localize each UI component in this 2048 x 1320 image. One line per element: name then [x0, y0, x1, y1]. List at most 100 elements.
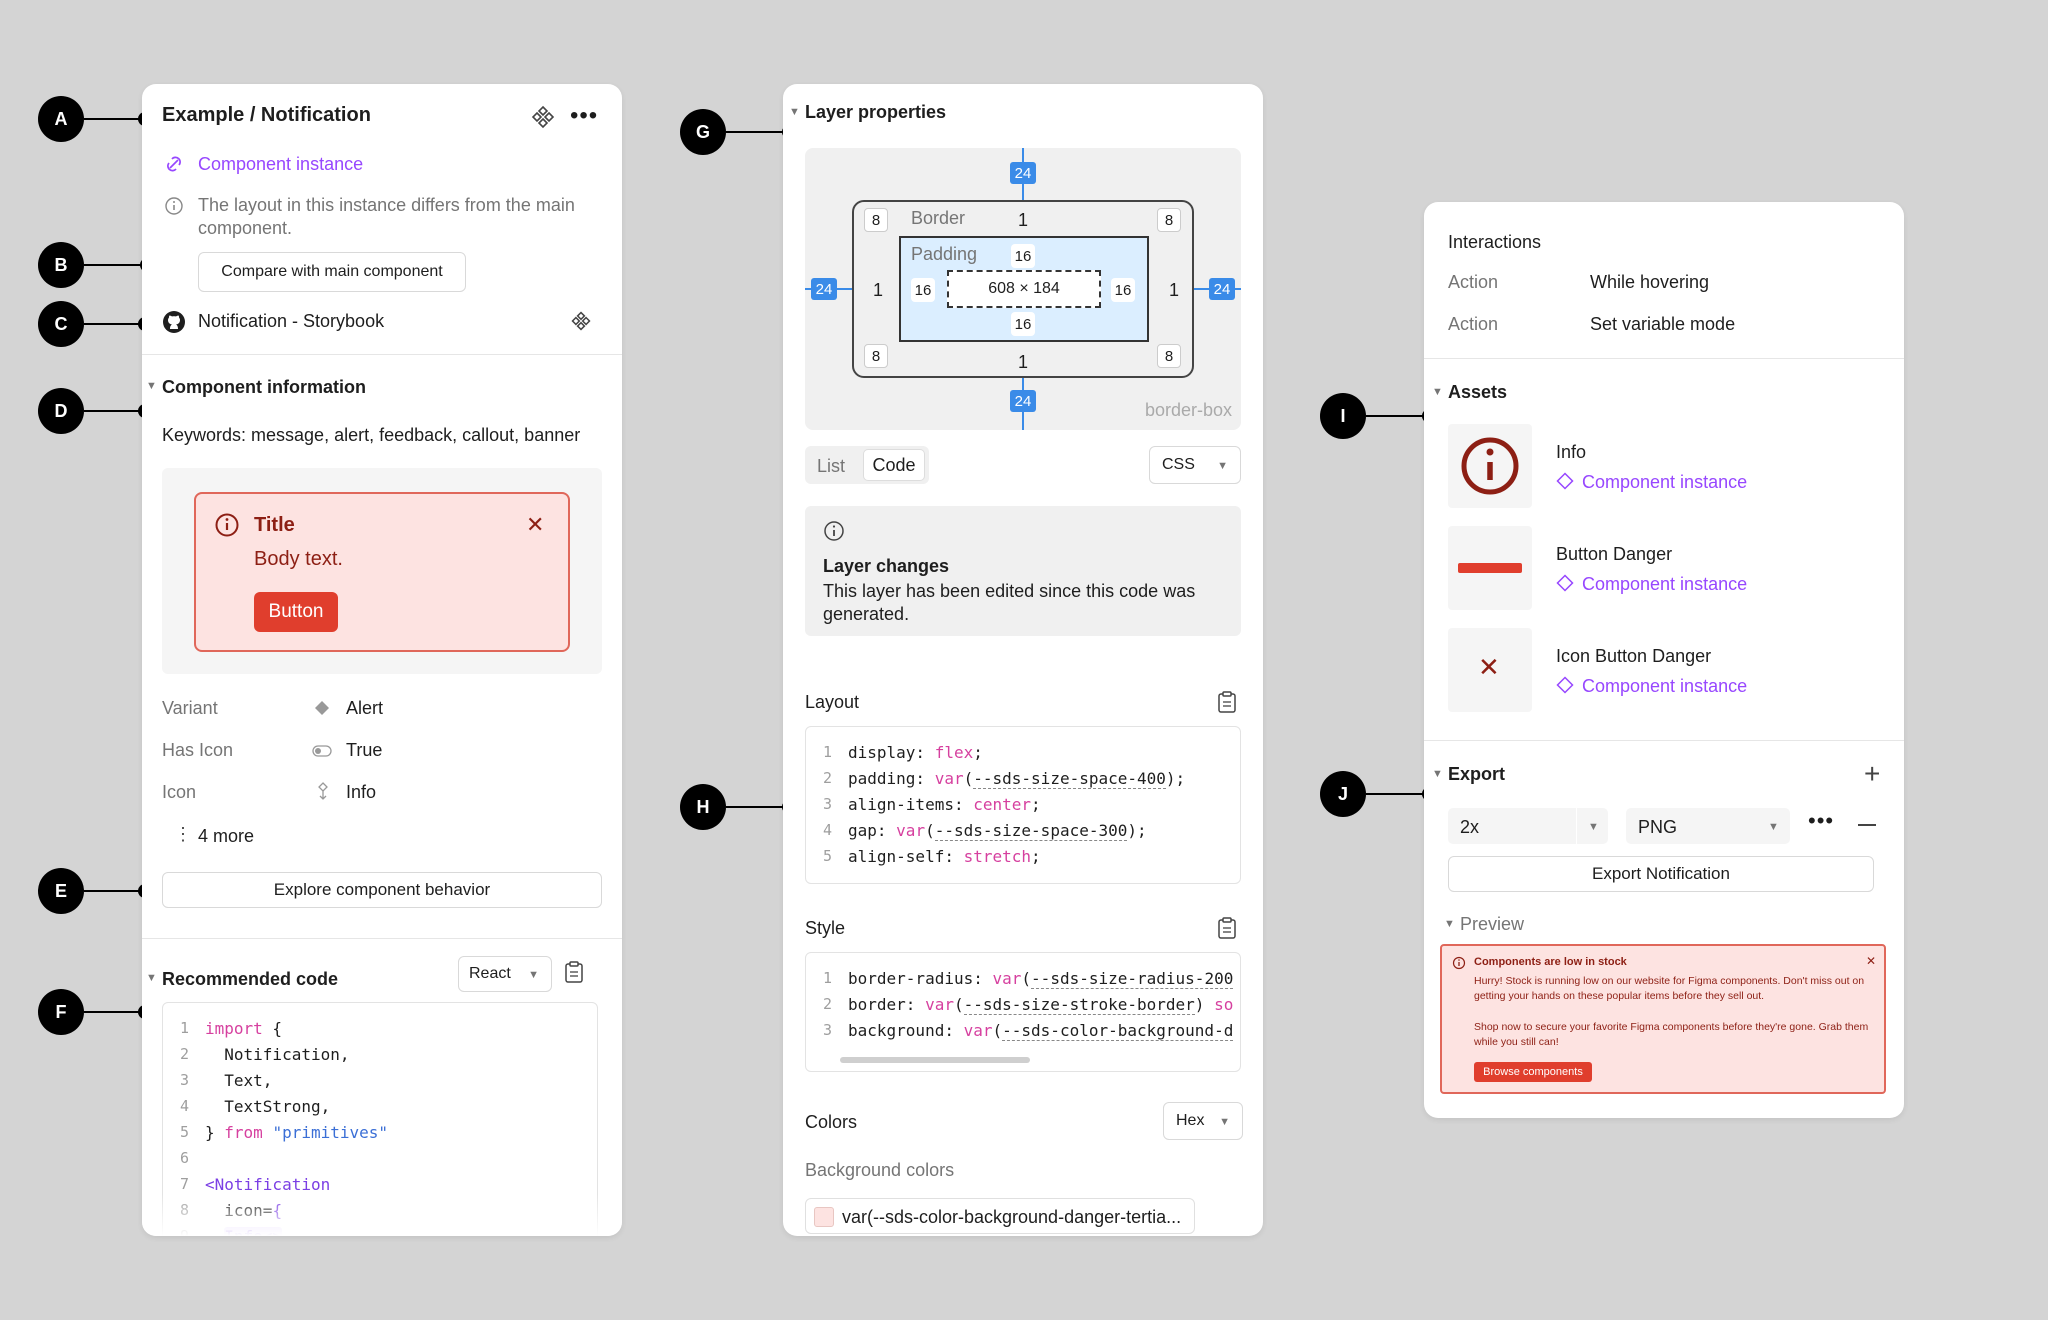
chevron-down-icon[interactable]: ▼: [1432, 386, 1443, 398]
badge-label: F: [38, 989, 84, 1035]
border-left-value: 1: [873, 280, 884, 300]
component-instance-icon: [1556, 574, 1574, 592]
code-line: Notification,: [205, 1045, 350, 1064]
padding-bottom: 16: [1011, 312, 1035, 336]
action-label: Action: [1448, 314, 1499, 334]
code-line: TextStrong,: [205, 1097, 331, 1116]
layer-changes-title: Layer changes: [823, 556, 950, 576]
asset-thumbnail-icon-button-danger[interactable]: ✕: [1448, 628, 1532, 712]
leader-line: [84, 1011, 144, 1013]
component-title: Example / Notification: [162, 104, 371, 126]
info-icon: [823, 520, 845, 542]
code-line: padding: var(--sds-size-space-400);: [848, 769, 1186, 789]
divider: [1424, 358, 1904, 359]
asset-type[interactable]: Component instance: [1582, 676, 1747, 697]
divider: [142, 938, 622, 939]
action-value[interactable]: Set variable mode: [1590, 314, 1735, 335]
prop-name: Variant: [162, 698, 218, 718]
framework-value: React: [469, 965, 511, 982]
chevron-down-icon[interactable]: ▼: [146, 972, 157, 984]
export-scale-select[interactable]: 2x ▼: [1448, 808, 1608, 844]
interactions-header: Interactions: [1448, 232, 1542, 252]
language-select[interactable]: CSS ▼: [1149, 446, 1241, 484]
preview-label[interactable]: Preview: [1460, 914, 1524, 935]
chevron-down-icon: ▼: [1588, 821, 1599, 833]
chevron-down-icon: ▼: [528, 969, 539, 981]
asset-thumbnail-button-danger[interactable]: [1448, 526, 1532, 610]
compare-with-main-button[interactable]: Compare with main component: [198, 252, 466, 292]
badge-label: B: [38, 242, 84, 288]
fade-overlay: [142, 1194, 622, 1236]
line-number: 6: [179, 1149, 189, 1167]
line-number: 1: [179, 1019, 189, 1037]
leader-line: [726, 806, 788, 808]
component-icon[interactable]: [530, 104, 556, 130]
code-line: display: flex;: [848, 743, 983, 762]
chevron-down-icon[interactable]: ▼: [789, 106, 800, 118]
radius-top-right: 8: [1157, 208, 1181, 232]
tab-list[interactable]: List: [817, 456, 845, 477]
export-format-select[interactable]: PNG ▼: [1626, 808, 1790, 844]
code-line: background: var(--sds-color-background-d: [848, 1021, 1234, 1041]
component-icon[interactable]: [570, 310, 592, 332]
more-vertical-icon[interactable]: ⋮: [174, 824, 192, 845]
leader-line: [1366, 415, 1428, 417]
assets-header[interactable]: Assets: [1448, 382, 1507, 403]
component-instance-link[interactable]: Component instance: [198, 154, 363, 175]
asset-type[interactable]: Component instance: [1582, 472, 1747, 493]
action-value[interactable]: While hovering: [1590, 272, 1709, 293]
padding-left: 16: [911, 278, 935, 302]
tab-code[interactable]: Code: [863, 449, 925, 481]
explore-component-behavior-button[interactable]: Explore component behavior: [162, 872, 602, 908]
notification-body: Hurry! Stock is running low on our websi…: [1474, 975, 1865, 1002]
horizontal-scrollbar[interactable]: [840, 1057, 1030, 1063]
radius-bottom-right: 8: [1157, 344, 1181, 368]
export-header[interactable]: Export: [1448, 764, 1505, 785]
github-icon: [162, 310, 186, 334]
more-options-icon[interactable]: •••: [570, 102, 598, 130]
leader-line: [1366, 793, 1428, 795]
box-model: 24 24 24 24 Border 1 1 1 1 8 8 8 8 Paddi…: [805, 148, 1241, 430]
asset-thumbnail-info[interactable]: [1448, 424, 1532, 508]
recommended-code-header[interactable]: Recommended code: [162, 969, 338, 990]
add-icon[interactable]: +: [1864, 758, 1880, 790]
more-options-icon[interactable]: •••: [1808, 808, 1834, 834]
color-format-select[interactable]: Hex ▼: [1163, 1102, 1243, 1140]
border-right-value: 1: [1169, 280, 1180, 300]
instance-link-icon: [164, 154, 184, 174]
radius-top-left: 8: [864, 208, 888, 232]
close-icon: ✕: [1866, 954, 1877, 968]
preview-title: Title: [254, 514, 295, 536]
clipboard-icon[interactable]: [1217, 690, 1237, 714]
clipboard-icon[interactable]: [564, 960, 586, 984]
code-line: align-self: stretch;: [848, 847, 1041, 866]
border-label: Border: [911, 208, 966, 228]
chevron-down-icon[interactable]: ▼: [1444, 918, 1455, 930]
prop-name: Icon: [162, 782, 197, 802]
clipboard-icon[interactable]: [1217, 916, 1237, 940]
close-icon[interactable]: ✕: [526, 512, 544, 538]
chevron-down-icon[interactable]: ▼: [146, 380, 157, 392]
line-number: 4: [822, 821, 832, 839]
storybook-link[interactable]: Notification - Storybook: [198, 311, 384, 332]
preview-button[interactable]: Button: [254, 592, 338, 632]
remove-icon[interactable]: [1858, 824, 1876, 826]
layer-properties-header[interactable]: Layer properties: [805, 102, 946, 123]
background-color-token[interactable]: var(--sds-color-background-danger-tertia…: [805, 1198, 1195, 1234]
asset-type[interactable]: Component instance: [1582, 574, 1747, 595]
framework-select[interactable]: React ▼: [458, 956, 552, 992]
more-props-link[interactable]: 4 more: [198, 826, 254, 847]
button-preview: [1458, 563, 1522, 573]
component-information-header[interactable]: Component information: [162, 377, 366, 398]
info-icon: [1452, 956, 1466, 970]
badge-label: D: [38, 388, 84, 434]
color-token-value: var(--sds-color-background-danger-tertia…: [842, 1207, 1182, 1227]
chevron-down-icon[interactable]: ▼: [1432, 768, 1443, 780]
export-notification-button[interactable]: Export Notification: [1448, 856, 1874, 892]
code-line: border: var(--sds-size-stroke-border) so: [848, 995, 1234, 1015]
preview-body: Body text.: [254, 548, 343, 570]
line-number: 1: [822, 743, 832, 761]
badge-label: G: [680, 109, 726, 155]
line-number: 3: [822, 795, 832, 813]
component-instance-icon: [1556, 472, 1574, 490]
